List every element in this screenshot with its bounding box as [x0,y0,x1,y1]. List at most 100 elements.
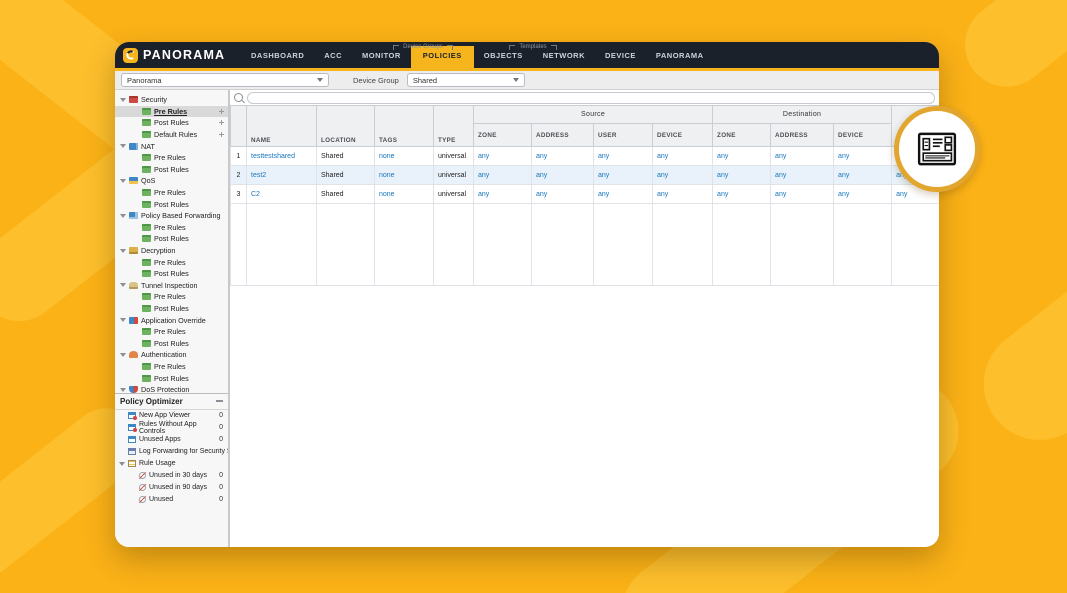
rule-tags-link[interactable]: none [374,165,434,185]
column-header-source-address[interactable]: ADDRESS [531,123,594,147]
tab-panorama[interactable]: PANORAMA [646,46,714,68]
context-select[interactable]: Panorama [121,73,329,87]
table-row[interactable]: 1 testtestshared Shared none universal a… [230,146,939,166]
optimizer-item-unused-apps[interactable]: Unused Apps 0 [115,434,228,446]
tree-item-authentication[interactable]: Authentication [115,349,228,361]
tree-item-security-pre-rules[interactable]: Pre Rules [115,105,228,118]
tab-device[interactable]: DEVICE [595,46,646,68]
rule-source-zone-link[interactable]: any [473,165,532,185]
column-header-dest-device[interactable]: DEVICE [833,123,893,147]
tree-item-nat-post-rules[interactable]: Post Rules [115,164,228,176]
plus-icon[interactable] [219,108,224,114]
chevron-down-icon[interactable] [120,352,126,357]
tree-item-security-post-rules[interactable]: Post Rules [115,117,228,129]
chevron-down-icon[interactable] [120,97,126,102]
rule-source-address-link[interactable]: any [531,184,594,204]
rule-source-zone-link[interactable]: any [473,184,532,204]
tree-item-tunnel-post-rules[interactable]: Post Rules [115,303,228,315]
tree-item-decryption-pre-rules[interactable]: Pre Rules [115,256,228,268]
tree-item-qos-post-rules[interactable]: Post Rules [115,198,228,210]
rule-source-address-link[interactable]: any [531,146,594,166]
rule-dest-device-link[interactable]: any [833,165,893,185]
rule-dest-zone-link[interactable]: any [712,146,772,166]
chevron-down-icon[interactable] [120,248,126,253]
tree-item-auth-post-rules[interactable]: Post Rules [115,372,228,384]
column-header-dest-zone[interactable]: ZONE [712,123,772,147]
plus-icon[interactable] [219,120,224,126]
optimizer-item-unused-90-days[interactable]: Unused in 90 days 0 [115,482,228,494]
rules-table-icon [142,154,151,162]
rule-dest-address-link[interactable]: any [770,184,835,204]
chevron-down-icon[interactable] [119,461,125,466]
tree-item-pbf-pre-rules[interactable]: Pre Rules [115,222,228,234]
rule-dest-address-link[interactable]: any [770,165,835,185]
chevron-down-icon[interactable] [120,318,126,323]
column-header-dest-address[interactable]: ADDRESS [770,123,835,147]
rule-source-device-link[interactable]: any [651,165,714,185]
rule-tags-link[interactable]: none [374,184,434,204]
tree-item-decryption[interactable]: Decryption [115,245,228,257]
table-row[interactable]: 2 test2 Shared none universal any any an… [230,165,939,185]
tree-item-pbf-post-rules[interactable]: Post Rules [115,233,228,245]
rule-source-user-link[interactable]: any [593,146,653,166]
optimizer-item-unused[interactable]: Unused 0 [115,494,228,506]
unused-apps-icon [128,436,136,444]
column-header-source-zone[interactable]: ZONE [473,123,532,147]
search-input[interactable] [247,91,935,104]
column-header-location[interactable]: LOCATION [316,105,375,147]
device-group-select[interactable]: Shared [406,73,525,87]
rule-name-link[interactable]: C2 [246,184,317,204]
chevron-down-icon[interactable] [120,387,126,392]
tree-item-auth-pre-rules[interactable]: Pre Rules [115,361,228,373]
tree-item-appoverride-pre-rules[interactable]: Pre Rules [115,326,228,338]
layout-preview-icon [917,132,957,166]
rule-dest-device-link[interactable]: any [833,184,893,204]
column-header-source-device[interactable]: DEVICE [651,123,714,147]
tree-item-nat-pre-rules[interactable]: Pre Rules [115,152,228,164]
rule-source-user-link[interactable]: any [593,165,653,185]
optimizer-item-log-forwarding[interactable]: Log Forwarding for Security Ser [115,446,228,458]
tree-item-decryption-post-rules[interactable]: Post Rules [115,268,228,280]
tree-item-application-override[interactable]: Application Override [115,314,228,326]
chevron-down-icon[interactable] [120,213,126,218]
tree-item-tunnel-inspection[interactable]: Tunnel Inspection [115,280,228,292]
tab-acc[interactable]: ACC [314,46,352,68]
chevron-down-icon[interactable] [120,144,126,149]
rule-name-link[interactable]: testtestshared [246,146,317,166]
rule-tags-link[interactable]: none [374,146,434,166]
tree-label: Post Rules [154,164,189,174]
tree-item-tunnel-pre-rules[interactable]: Pre Rules [115,291,228,303]
plus-icon[interactable] [219,132,224,138]
optimizer-item-unused-30-days[interactable]: Unused in 30 days 0 [115,470,228,482]
rule-name-link[interactable]: test2 [246,165,317,185]
tree-item-appoverride-post-rules[interactable]: Post Rules [115,337,228,349]
rule-source-device-link[interactable]: any [651,146,714,166]
optimizer-item-rules-without-app-controls[interactable]: Rules Without App Controls 0 [115,421,228,435]
rule-source-zone-link[interactable]: any [473,146,532,166]
table-row[interactable]: 3 C2 Shared none universal any any any a… [230,184,939,204]
rule-source-address-link[interactable]: any [531,165,594,185]
rule-source-device-link[interactable]: any [651,184,714,204]
rule-dest-zone-link[interactable]: any [712,184,772,204]
tree-item-security[interactable]: Security [115,94,228,106]
collapse-icon[interactable] [216,400,223,403]
column-header-source-user[interactable]: USER [593,123,653,147]
panorama-logo-icon [123,47,138,63]
rule-source-user-link[interactable]: any [593,184,653,204]
tree-item-security-default-rules[interactable]: Default Rules [115,129,228,141]
column-header-tags[interactable]: TAGS [374,105,434,147]
tree-item-policy-based-forwarding[interactable]: Policy Based Forwarding [115,210,228,222]
chevron-down-icon[interactable] [120,178,126,183]
tab-dashboard[interactable]: DASHBOARD [241,46,314,68]
column-header-type[interactable]: TYPE [433,105,474,147]
rule-dest-device-link[interactable]: any [833,146,893,166]
rule-dest-zone-link[interactable]: any [712,165,772,185]
rule-dest-address-link[interactable]: any [770,146,835,166]
tree-item-qos[interactable]: QoS [115,175,228,187]
tree-item-qos-pre-rules[interactable]: Pre Rules [115,187,228,199]
tree-item-nat[interactable]: NAT [115,140,228,152]
tree-item-dos-protection[interactable]: DoS Protection [115,384,228,393]
optimizer-item-rule-usage[interactable]: Rule Usage [115,458,228,470]
chevron-down-icon[interactable] [120,283,126,288]
column-header-name[interactable]: NAME [246,105,317,147]
